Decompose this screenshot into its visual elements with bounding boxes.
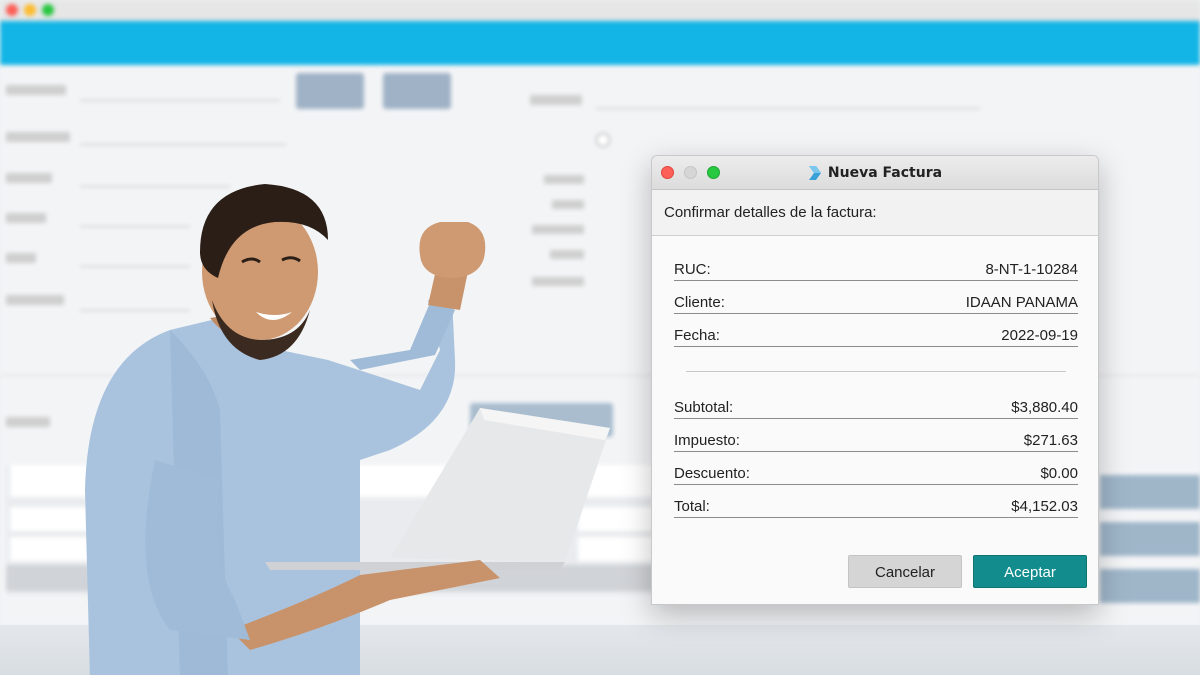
dialog-titlebar: Nueva Factura xyxy=(652,156,1098,190)
background-play-button xyxy=(383,73,451,109)
total-row-tax: Impuesto: $271.63 xyxy=(674,430,1078,452)
detail-value: IDAAN PANAMA xyxy=(965,294,1078,311)
celebrating-person-image xyxy=(85,184,610,675)
background-side-button xyxy=(1100,569,1200,603)
background-label xyxy=(6,132,70,142)
background-nav-item xyxy=(416,35,478,47)
dialog-title-group: Nueva Factura xyxy=(652,156,1098,190)
total-value: $3,880.40 xyxy=(1011,399,1078,416)
background-label xyxy=(6,253,36,263)
detail-label: RUC: xyxy=(674,261,711,278)
background-field xyxy=(80,127,286,145)
background-close-icon xyxy=(6,4,18,16)
background-side-button xyxy=(1100,522,1200,556)
app-logo-icon xyxy=(808,166,821,180)
total-label: Total: xyxy=(674,498,710,515)
accept-button[interactable]: Aceptar xyxy=(973,555,1087,588)
background-label xyxy=(6,417,50,427)
background-nav-item xyxy=(314,35,380,47)
detail-row-ruc: RUC: 8-NT-1-10284 xyxy=(674,259,1078,281)
cancel-button[interactable]: Cancelar xyxy=(848,555,962,588)
background-minimize-icon xyxy=(24,4,36,16)
background-field xyxy=(596,91,980,109)
background-field xyxy=(80,83,280,101)
background-nav-item xyxy=(112,35,188,47)
background-side-button xyxy=(1100,475,1200,509)
background-nav-item xyxy=(632,35,704,47)
background-nav-item xyxy=(222,35,278,47)
background-maximize-icon xyxy=(42,4,54,16)
total-label: Descuento: xyxy=(674,465,750,482)
new-invoice-dialog: Nueva Factura Confirmar detalles de la f… xyxy=(651,155,1099,605)
background-label xyxy=(6,173,52,183)
background-nav-bar xyxy=(0,21,1200,65)
dialog-title: Nueva Factura xyxy=(827,165,943,181)
background-nav-item xyxy=(512,35,600,47)
dialog-divider xyxy=(686,371,1066,372)
total-row-total: Total: $4,152.03 xyxy=(674,496,1078,518)
background-label xyxy=(6,85,66,95)
background-nav-item xyxy=(20,35,80,47)
dialog-subheader: Confirmar detalles de la factura: xyxy=(652,190,1098,236)
background-label xyxy=(530,95,582,105)
total-row-discount: Descuento: $0.00 xyxy=(674,463,1078,485)
total-label: Subtotal: xyxy=(674,399,734,416)
total-value: $271.63 xyxy=(1023,432,1078,449)
total-value: $0.00 xyxy=(1040,465,1078,482)
detail-label: Fecha: xyxy=(674,327,720,344)
background-titlebar xyxy=(0,0,1200,20)
background-search-button xyxy=(296,73,364,109)
total-row-subtotal: Subtotal: $3,880.40 xyxy=(674,397,1078,419)
detail-value: 8-NT-1-10284 xyxy=(985,261,1078,278)
total-label: Impuesto: xyxy=(674,432,740,449)
total-value: $4,152.03 xyxy=(1011,498,1078,515)
background-label xyxy=(6,295,64,305)
background-radio xyxy=(596,133,610,147)
detail-label: Cliente: xyxy=(674,294,725,311)
detail-row-date: Fecha: 2022-09-19 xyxy=(674,325,1078,347)
dialog-content: RUC: 8-NT-1-10284 Cliente: IDAAN PANAMA … xyxy=(652,236,1098,604)
detail-row-client: Cliente: IDAAN PANAMA xyxy=(674,292,1078,314)
background-label xyxy=(6,213,46,223)
detail-value: 2022-09-19 xyxy=(1001,327,1078,344)
